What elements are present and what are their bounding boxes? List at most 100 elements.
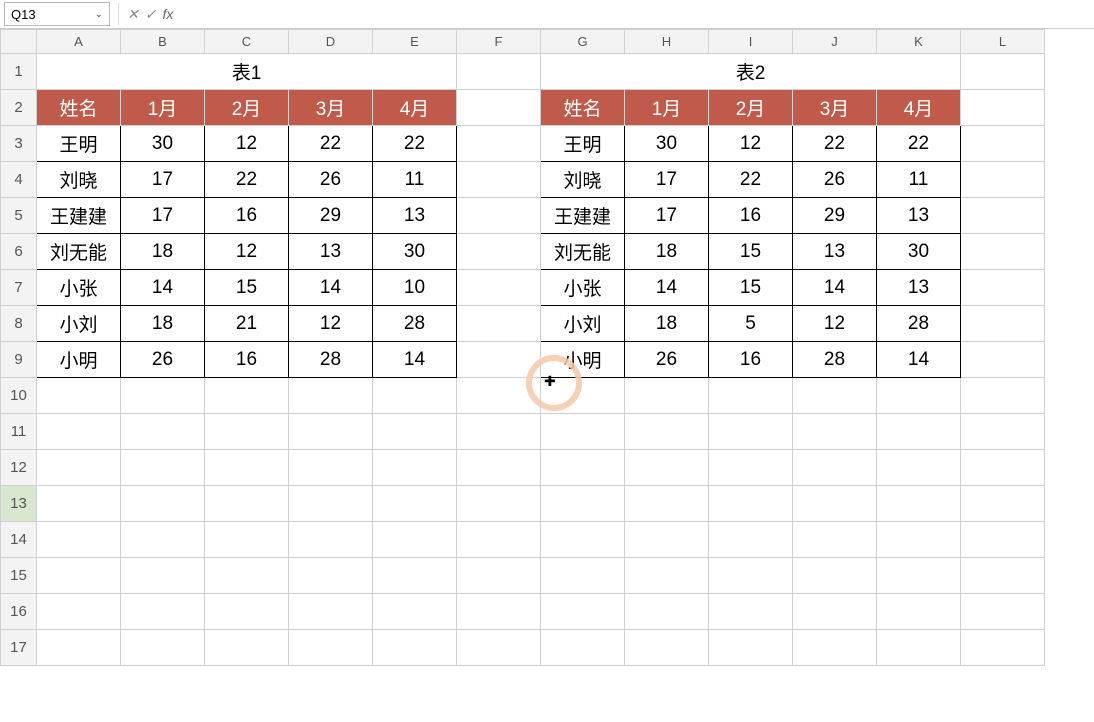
cell-D4[interactable]: 26 [289,162,373,198]
cell-J17[interactable] [793,630,877,666]
row-header-10[interactable]: 10 [1,378,37,414]
row-header-11[interactable]: 11 [1,414,37,450]
cell-L15[interactable] [961,558,1045,594]
cell-B12[interactable] [121,450,205,486]
cell-D7[interactable]: 14 [289,270,373,306]
cell-G1[interactable]: 表2 [541,54,961,90]
cell-H8[interactable]: 18 [625,306,709,342]
cell-F6[interactable] [457,234,541,270]
row-header-5[interactable]: 5 [1,198,37,234]
cell-C7[interactable]: 15 [205,270,289,306]
cell-K8[interactable]: 28 [877,306,961,342]
cell-B14[interactable] [121,522,205,558]
cell-A9[interactable]: 小明 [37,342,121,378]
cell-E2[interactable]: 4月 [373,90,457,126]
cell-D12[interactable] [289,450,373,486]
cell-B6[interactable]: 18 [121,234,205,270]
cell-B3[interactable]: 30 [121,126,205,162]
cell-A11[interactable] [37,414,121,450]
cell-I10[interactable] [709,378,793,414]
cell-C12[interactable] [205,450,289,486]
cell-F1[interactable] [457,54,541,90]
cell-C15[interactable] [205,558,289,594]
cell-E10[interactable] [373,378,457,414]
cell-B15[interactable] [121,558,205,594]
cell-K13[interactable] [877,486,961,522]
cell-G5[interactable]: 王建建 [541,198,625,234]
cell-L9[interactable] [961,342,1045,378]
cell-H14[interactable] [625,522,709,558]
cell-L13[interactable] [961,486,1045,522]
row-header-14[interactable]: 14 [1,522,37,558]
cell-F12[interactable] [457,450,541,486]
cell-H7[interactable]: 14 [625,270,709,306]
row-header-4[interactable]: 4 [1,162,37,198]
cell-E4[interactable]: 11 [373,162,457,198]
cell-B16[interactable] [121,594,205,630]
formula-input[interactable] [183,3,1094,25]
cell-D9[interactable]: 28 [289,342,373,378]
cell-L12[interactable] [961,450,1045,486]
cell-F3[interactable] [457,126,541,162]
col-header-G[interactable]: G [541,30,625,54]
cell-C13[interactable] [205,486,289,522]
cell-G4[interactable]: 刘晓 [541,162,625,198]
cell-L2[interactable] [961,90,1045,126]
cell-G7[interactable]: 小张 [541,270,625,306]
cancel-icon[interactable]: ✕ [127,6,139,23]
cell-K9[interactable]: 14 [877,342,961,378]
name-box[interactable]: Q13 ⌄ [4,2,110,26]
cell-J8[interactable]: 12 [793,306,877,342]
cell-H2[interactable]: 1月 [625,90,709,126]
cell-A5[interactable]: 王建建 [37,198,121,234]
cell-D6[interactable]: 13 [289,234,373,270]
cell-L5[interactable] [961,198,1045,234]
cell-E8[interactable]: 28 [373,306,457,342]
row-header-17[interactable]: 17 [1,630,37,666]
cell-A15[interactable] [37,558,121,594]
cell-A17[interactable] [37,630,121,666]
cell-K5[interactable]: 13 [877,198,961,234]
cell-H4[interactable]: 17 [625,162,709,198]
row-header-15[interactable]: 15 [1,558,37,594]
col-header-K[interactable]: K [877,30,961,54]
cell-H10[interactable] [625,378,709,414]
cell-H5[interactable]: 17 [625,198,709,234]
cell-L17[interactable] [961,630,1045,666]
cell-A10[interactable] [37,378,121,414]
cell-H11[interactable] [625,414,709,450]
cell-I17[interactable] [709,630,793,666]
cell-A13[interactable] [37,486,121,522]
cell-K7[interactable]: 13 [877,270,961,306]
cell-A4[interactable]: 刘晓 [37,162,121,198]
cell-H6[interactable]: 18 [625,234,709,270]
accept-icon[interactable]: ✓ [145,6,157,23]
cell-F9[interactable] [457,342,541,378]
row-header-13[interactable]: 13 [1,486,37,522]
cell-H3[interactable]: 30 [625,126,709,162]
row-header-16[interactable]: 16 [1,594,37,630]
cell-L16[interactable] [961,594,1045,630]
cell-G10[interactable] [541,378,625,414]
chevron-down-icon[interactable]: ⌄ [95,9,103,20]
cell-K3[interactable]: 22 [877,126,961,162]
cell-C14[interactable] [205,522,289,558]
cell-I6[interactable]: 15 [709,234,793,270]
cell-D11[interactable] [289,414,373,450]
cell-G15[interactable] [541,558,625,594]
cell-F16[interactable] [457,594,541,630]
cell-I15[interactable] [709,558,793,594]
cell-K10[interactable] [877,378,961,414]
cell-I14[interactable] [709,522,793,558]
cell-G12[interactable] [541,450,625,486]
cell-F10[interactable] [457,378,541,414]
cell-E16[interactable] [373,594,457,630]
cell-D15[interactable] [289,558,373,594]
cell-C16[interactable] [205,594,289,630]
cell-E9[interactable]: 14 [373,342,457,378]
col-header-E[interactable]: E [373,30,457,54]
cell-C6[interactable]: 12 [205,234,289,270]
cell-A1[interactable]: 表1 [37,54,457,90]
cell-F17[interactable] [457,630,541,666]
cell-J14[interactable] [793,522,877,558]
